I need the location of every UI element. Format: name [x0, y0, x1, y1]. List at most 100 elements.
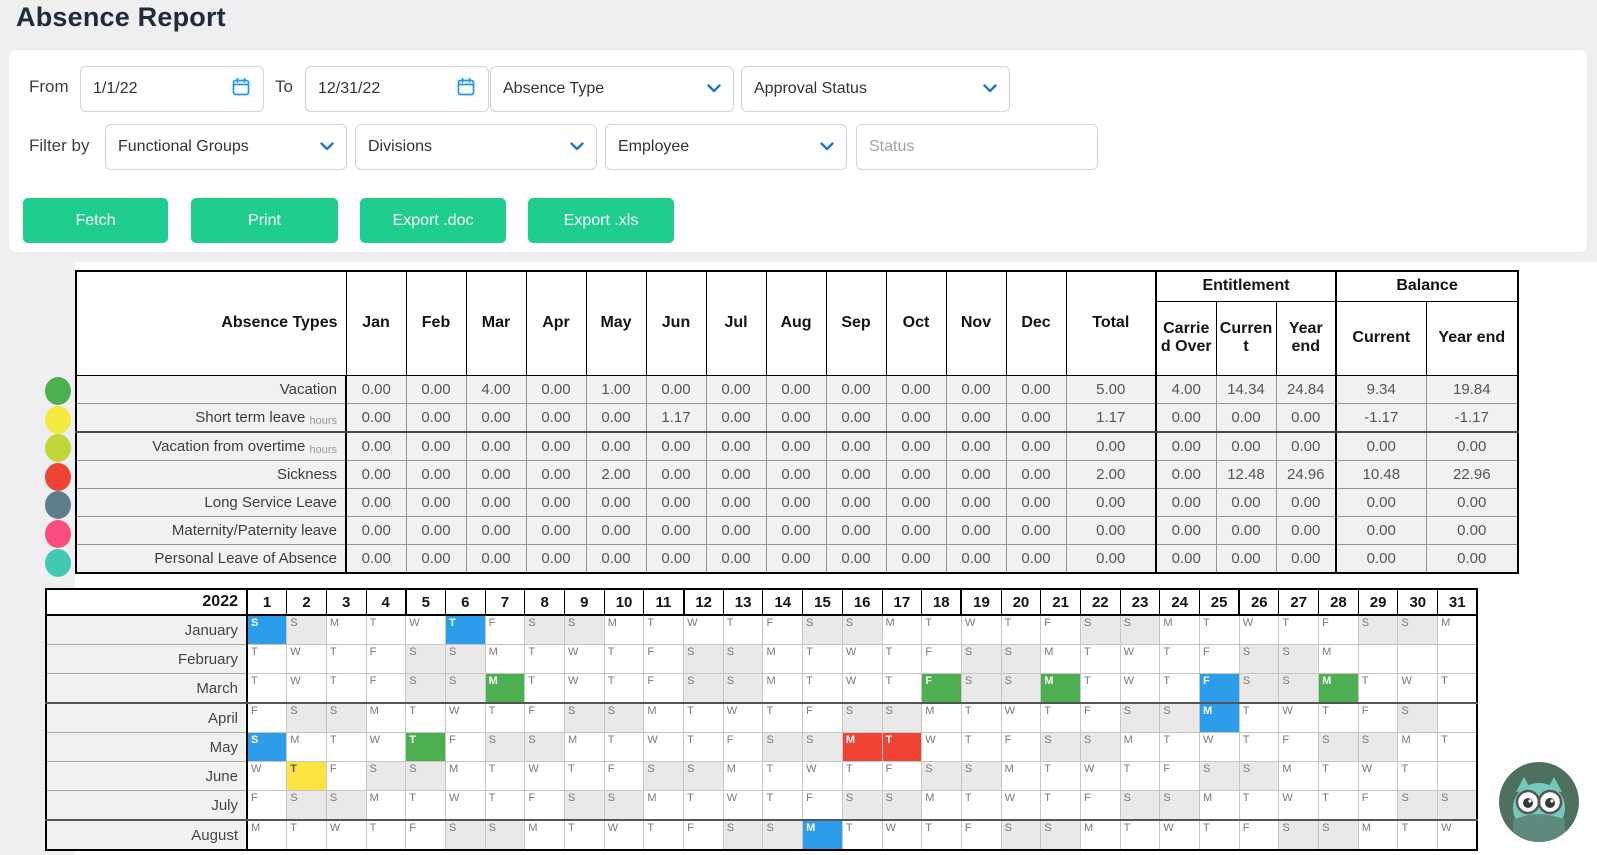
- absence-type-label: Maternity/Paternity leave: [75, 515, 347, 545]
- calendar-day-cell: W: [1119, 673, 1161, 704]
- calendar-day-cell: T: [1397, 819, 1439, 851]
- calendar-day-cell: W: [286, 673, 327, 704]
- owl-chat-widget[interactable]: [1497, 760, 1581, 844]
- calendar-day-cell: F: [802, 702, 843, 733]
- calendar-day-cell: W: [1199, 732, 1240, 762]
- carried-over-value: 4.00: [1155, 374, 1217, 404]
- month-header: Oct: [885, 270, 947, 376]
- calendar-day-cell: M: [881, 614, 923, 645]
- carried-over-value: 0.00: [1155, 402, 1217, 433]
- calendar-day-cell: S: [444, 673, 486, 704]
- calendar-day-cell: M: [762, 644, 804, 674]
- calendar-day-cell: M: [564, 732, 605, 762]
- month-value: 0.00: [765, 459, 827, 489]
- calendar-day-cell: M: [365, 790, 407, 821]
- month-header: Aug: [765, 270, 827, 376]
- calendar-day-cell: F: [1000, 732, 1042, 762]
- calendar-day-cell: T: [564, 819, 605, 851]
- calendar-day-cell: F: [365, 644, 407, 674]
- calendar-day-cell: S: [881, 702, 923, 733]
- fetch-button[interactable]: Fetch: [23, 198, 168, 243]
- status-input[interactable]: [856, 124, 1098, 170]
- calendar-day-cell: T: [643, 614, 685, 645]
- to-date-input[interactable]: 12/31/22: [305, 66, 489, 112]
- calendar-day-cell: M: [1318, 644, 1359, 674]
- total-value: 0.00: [1065, 431, 1157, 461]
- calendar-day-cell: S: [286, 702, 327, 733]
- calendar-day-cell: W: [1397, 673, 1439, 704]
- calendar-month-row: August M T W T F S S M T W T F S S M T W T F S S M T W T F S S M T W: [45, 819, 1478, 851]
- calendar-day-cell: F: [524, 790, 565, 821]
- calendar-day-cell: W: [921, 732, 962, 762]
- calendar-day-cell: M: [1159, 614, 1200, 645]
- month-value: 0.00: [1005, 402, 1067, 433]
- month-value: 0.00: [825, 374, 887, 404]
- month-value: 0.00: [885, 431, 947, 461]
- month-value: 0.00: [705, 459, 767, 489]
- month-value: 0.00: [825, 515, 887, 545]
- calendar-day-cell: M: [1119, 732, 1161, 762]
- calendar-day-cell: S: [603, 790, 645, 821]
- month-value: 0.00: [885, 543, 947, 573]
- approval-status-value: Approval Status: [754, 80, 867, 97]
- calendar-day-cell: T: [325, 673, 367, 704]
- calendar-day-cell: T: [841, 761, 883, 791]
- month-value: 2.00: [585, 459, 647, 489]
- month-value: 0.00: [765, 487, 827, 517]
- export-xls-button[interactable]: Export .xls: [528, 198, 674, 243]
- month-value: 0.00: [585, 487, 647, 517]
- calendar-day-cell: M: [286, 732, 327, 762]
- calendar-day-cell: W: [444, 702, 486, 733]
- calendar-day-cell: W: [1278, 702, 1320, 733]
- month-value: 0.00: [945, 543, 1007, 573]
- calendar-day-cell: S: [325, 790, 367, 821]
- calendar-day-cell: W: [1000, 702, 1042, 733]
- calendar-day-cell: F: [603, 761, 645, 791]
- divisions-select[interactable]: Divisions: [355, 124, 597, 170]
- calendar-day-cell: M: [1079, 819, 1121, 851]
- calendar-icon[interactable]: [456, 77, 476, 102]
- calendar-day-cell: S: [1357, 732, 1399, 762]
- export-doc-button[interactable]: Export .doc: [360, 198, 506, 243]
- calendar-day-cell: S: [484, 819, 526, 851]
- calendar-day-cell: F: [643, 644, 685, 674]
- ent-current-value: 0.00: [1215, 515, 1277, 545]
- month-value: 0.00: [645, 431, 707, 461]
- calendar-day-cell: S: [1119, 614, 1161, 645]
- calendar-day-cell: F: [802, 790, 843, 821]
- functional-groups-select[interactable]: Functional Groups: [105, 124, 347, 170]
- to-date-value: 12/31/22: [318, 80, 381, 97]
- table-row: Personal Leave of Absence 0.00 0.00 0.00 0.0…: [75, 543, 1519, 573]
- absence-type-label: Sickness: [75, 459, 347, 489]
- approval-status-select[interactable]: Approval Status: [741, 66, 1010, 112]
- bal-current-value: 9.34: [1335, 374, 1427, 404]
- month-label: March: [45, 673, 248, 704]
- calendar-day-cell: S: [683, 673, 724, 704]
- month-header: Jun: [645, 270, 707, 376]
- absence-type-label: Short term leave hours: [75, 402, 347, 433]
- calendar-day-cell: W: [1437, 819, 1478, 851]
- calendar-day-cell: S: [1119, 790, 1161, 821]
- from-date-input[interactable]: 1/1/22: [80, 66, 264, 112]
- month-label: August: [45, 819, 248, 851]
- calendar-day-cell: M: [1278, 761, 1320, 791]
- calendar-icon[interactable]: [231, 77, 251, 102]
- calendar-day-cell: [1437, 644, 1478, 674]
- absence-color-dot: [45, 377, 71, 405]
- calendar-day-cell: [1397, 644, 1439, 674]
- carried-over-value: 0.00: [1155, 431, 1217, 461]
- month-value: 0.00: [765, 431, 827, 461]
- ent-year-end-header: Year end: [1275, 300, 1337, 376]
- calendar-day-cell: T: [802, 673, 843, 704]
- employee-select[interactable]: Employee: [605, 124, 847, 170]
- calendar-day-cell: T: [881, 644, 923, 674]
- calendar-day-cell: W: [881, 819, 923, 851]
- day-number-header: 22: [1079, 588, 1121, 616]
- absence-types-header: Absence Types: [75, 270, 347, 376]
- calendar-day-cell: S: [960, 761, 1002, 791]
- month-value: 0.00: [765, 543, 827, 573]
- absence-type-select[interactable]: Absence Type: [490, 66, 734, 112]
- carried-over-header: Carried Over: [1155, 300, 1217, 376]
- print-button[interactable]: Print: [191, 198, 338, 243]
- ent-current-value: 0.00: [1215, 431, 1277, 461]
